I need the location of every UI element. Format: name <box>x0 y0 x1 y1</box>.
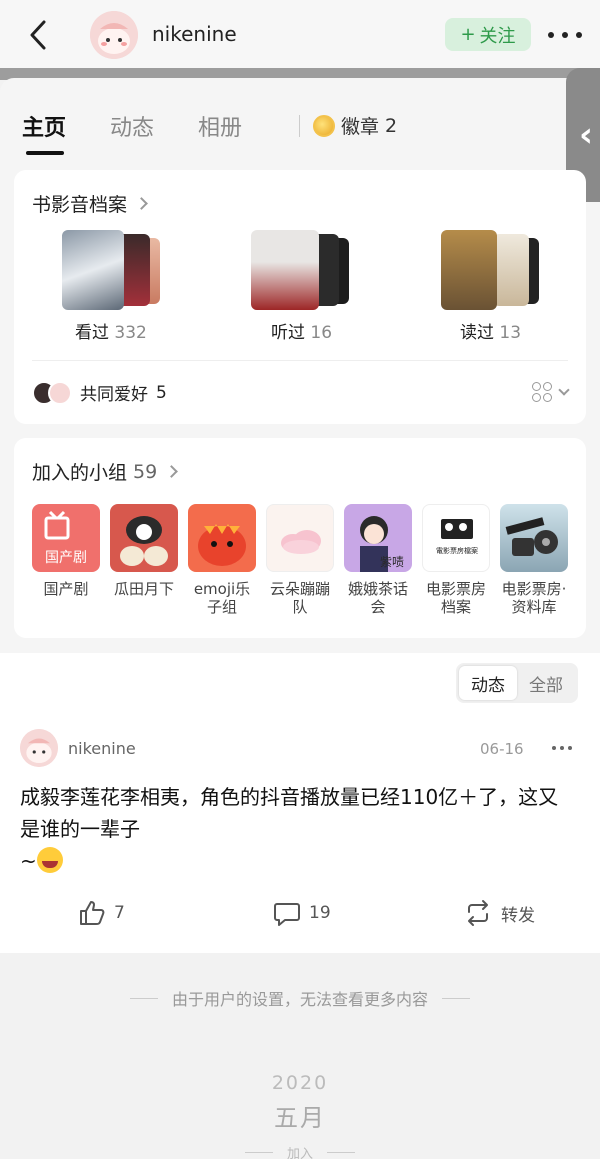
more-options-icon[interactable] <box>548 20 582 50</box>
listened-covers[interactable] <box>251 230 381 330</box>
group-image <box>500 504 568 572</box>
group-image <box>110 504 178 572</box>
follow-button[interactable]: + 关注 <box>445 18 531 51</box>
group-image: 電影票房檔案 <box>422 504 490 572</box>
common-count: 5 <box>156 382 167 403</box>
group-item[interactable]: 瓜田月下 <box>110 504 178 616</box>
watched-label[interactable]: 看过 332 <box>75 318 147 343</box>
plus-icon: + <box>460 24 476 45</box>
avatar <box>48 380 72 405</box>
repost-icon <box>468 900 488 926</box>
cover-image <box>251 230 319 310</box>
group-item[interactable]: 国产剧 国产剧 <box>32 504 100 616</box>
badge-link[interactable]: 徽章 2 <box>313 112 397 139</box>
cover-image <box>441 230 497 310</box>
tab-album[interactable]: 相册 <box>198 110 242 142</box>
group-item[interactable]: 紫啧 娥娥茶话会 <box>344 504 412 616</box>
cover-image <box>62 230 124 310</box>
repost-button[interactable]: 转发 <box>463 899 535 927</box>
timeline-year: 2020 <box>271 1072 329 1094</box>
badge-count: 2 <box>385 114 398 137</box>
user-avatar[interactable] <box>90 11 138 59</box>
post-more-icon[interactable] <box>552 746 572 752</box>
laughing-emoji-icon <box>36 847 63 873</box>
filter-all[interactable]: 全部 <box>517 666 575 700</box>
medal-icon <box>313 114 335 137</box>
archive-title-link[interactable]: 书影音档案 <box>32 190 148 217</box>
post-username[interactable]: nikenine <box>68 739 136 758</box>
listened-label[interactable]: 听过 16 <box>271 318 332 343</box>
joined-groups-card: 加入的小组 59 国产剧 国产剧 瓜田月下 emoji乐子组 云朵蹦蹦队 紫啧 … <box>14 438 586 638</box>
watched-covers[interactable] <box>62 230 192 330</box>
group-item[interactable]: emoji乐子组 <box>188 504 256 616</box>
restricted-notice: 由于用户的设置，无法查看更多内容 <box>0 986 600 1010</box>
read-covers[interactable] <box>441 230 571 330</box>
top-bar: nikenine + 关注 <box>0 0 600 70</box>
post-actions: 7 19 转发 <box>0 899 600 939</box>
mini-avatars <box>32 380 72 405</box>
post-text: 成毅李莲花李相夷，角色的抖音播放量已经110亿＋了，这又是谁的一辈子 ~ <box>20 785 559 873</box>
comment-button[interactable]: 19 <box>273 899 331 927</box>
chevron-right-icon <box>135 197 148 210</box>
group-item[interactable]: 電影票房檔案 电影票房档案 <box>422 504 490 616</box>
archive-title: 书影音档案 <box>32 194 128 216</box>
common-interests-link[interactable]: 共同爱好 5 <box>32 380 167 405</box>
like-button[interactable]: 7 <box>78 899 125 927</box>
group-image <box>266 504 334 572</box>
common-label: 共同爱好 <box>80 385 148 405</box>
thumbs-up-icon <box>80 901 105 925</box>
chevron-down-icon <box>558 384 570 396</box>
group-image: 紫啧 <box>344 504 412 572</box>
groups-list: 国产剧 国产剧 瓜田月下 emoji乐子组 云朵蹦蹦队 紫啧 娥娥茶话会 電影票… <box>32 504 568 616</box>
expand-toggle[interactable] <box>532 382 570 402</box>
groups-title-link[interactable]: 加入的小组 59 <box>32 458 179 485</box>
group-item[interactable]: 云朵蹦蹦队 <box>266 504 334 616</box>
join-marker: 加入 <box>0 1143 600 1159</box>
group-image: 国产剧 <box>32 504 100 572</box>
cover-image <box>493 234 529 306</box>
tab-home[interactable]: 主页 <box>22 110 66 155</box>
back-arrow-icon[interactable] <box>24 18 54 52</box>
comment-icon <box>274 903 300 926</box>
svg-text:国产剧: 国产剧 <box>45 550 87 566</box>
profile-tabs: 主页 动态 相册 <box>22 110 286 160</box>
feed-section: 动态 全部 nikenine 06-16 成毅李莲花李相夷，角色的抖音播放量已经… <box>0 653 600 953</box>
post-date: 06-16 <box>480 740 524 758</box>
filter-activity[interactable]: 动态 <box>459 666 517 700</box>
chevron-right-icon <box>165 465 179 478</box>
divider <box>32 360 568 361</box>
svg-text:紫啧: 紫啧 <box>380 555 404 569</box>
follow-label: 关注 <box>479 25 516 47</box>
timeline-month: 五月 <box>274 1104 326 1132</box>
grid-icon <box>532 382 552 402</box>
groups-count: 59 <box>133 460 158 483</box>
profile-username: nikenine <box>152 22 237 46</box>
group-image <box>188 504 256 572</box>
badge-label: 徽章 <box>341 116 380 138</box>
media-archive-card: 书影音档案 看过 332 听过 16 读过 13 共同爱好 5 <box>14 170 586 424</box>
read-label[interactable]: 读过 13 <box>460 318 521 343</box>
tab-divider <box>299 115 300 137</box>
group-item[interactable]: 电影票房·资料库 <box>500 504 568 616</box>
tab-activity[interactable]: 动态 <box>110 110 154 142</box>
post-avatar[interactable] <box>20 729 58 767</box>
svg-text:電影票房檔案: 電影票房檔案 <box>436 546 478 555</box>
groups-title: 加入的小组 <box>32 462 128 484</box>
feed-filter: 动态 全部 <box>456 663 578 703</box>
